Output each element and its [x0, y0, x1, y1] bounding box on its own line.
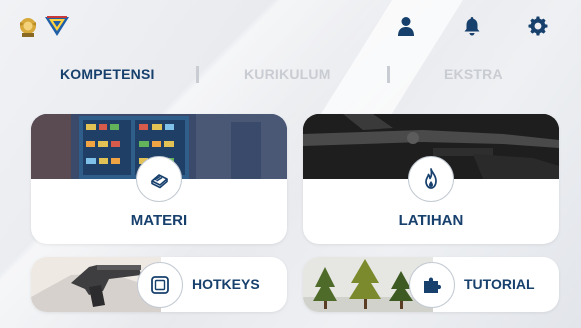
materi-card[interactable]: MATERI: [31, 114, 287, 244]
tab-kurikulum[interactable]: KURIKULUM: [244, 66, 331, 82]
tab-divider: [387, 66, 390, 83]
hotkeys-icon-circle: [137, 262, 183, 308]
gear-icon: [528, 16, 548, 36]
square-icon: [151, 276, 169, 294]
tab-divider: [196, 66, 199, 83]
tab-ekstra[interactable]: EKSTRA: [444, 66, 503, 82]
latihan-label: LATIHAN: [398, 212, 464, 229]
notification-button[interactable]: [439, 14, 505, 38]
tutorial-label: TUTORIAL: [464, 276, 535, 292]
puzzle-icon: [424, 277, 441, 293]
tab-bar: KOMPETENSI KURIKULUM EKSTRA: [0, 66, 581, 90]
user-icon: [398, 17, 414, 36]
flame-icon: [425, 168, 437, 189]
header-actions: [373, 14, 571, 38]
hotkeys-card[interactable]: HOTKEYS: [31, 257, 287, 312]
tutorial-card[interactable]: TUTORIAL: [303, 257, 559, 312]
latihan-icon-circle: [408, 156, 454, 202]
bell-icon: [464, 17, 480, 36]
emblem-logo: [20, 18, 36, 37]
latihan-card[interactable]: LATIHAN: [303, 114, 559, 244]
profile-button[interactable]: [373, 14, 439, 38]
settings-button[interactable]: [505, 14, 571, 38]
hotkeys-label: HOTKEYS: [192, 276, 260, 292]
header-logos: [18, 14, 70, 38]
shield-logo: [45, 16, 69, 36]
materi-icon-circle: [136, 156, 182, 202]
tab-kompetensi[interactable]: KOMPETENSI: [60, 66, 155, 82]
tutorial-icon-circle: [409, 262, 455, 308]
book-icon: [151, 174, 168, 189]
materi-label: MATERI: [130, 212, 188, 229]
